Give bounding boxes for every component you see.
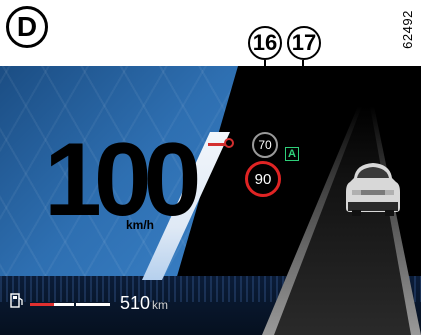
range-unit: km — [152, 298, 168, 312]
range-value: 510 — [120, 293, 151, 313]
fuel-pump-icon — [10, 293, 23, 308]
speed-marker-icon — [224, 138, 234, 148]
speed-unit: km/h — [126, 218, 155, 232]
auto-speed-icon: A — [285, 147, 299, 161]
car-rear-icon — [346, 163, 400, 216]
set-speed-indicator: 70 — [252, 132, 278, 158]
speed-limit-sign: 90 — [245, 161, 281, 197]
callout-17: 17 — [287, 26, 321, 60]
reference-code: 62492 — [400, 10, 416, 49]
callout-16: 16 — [248, 26, 282, 60]
panel-letter-badge: D — [6, 6, 48, 48]
range-gauge-bar — [30, 303, 110, 306]
current-speed: 100 — [44, 122, 202, 238]
instrument-cluster: 100 km/h 70 90 A 510 km — [0, 66, 421, 335]
